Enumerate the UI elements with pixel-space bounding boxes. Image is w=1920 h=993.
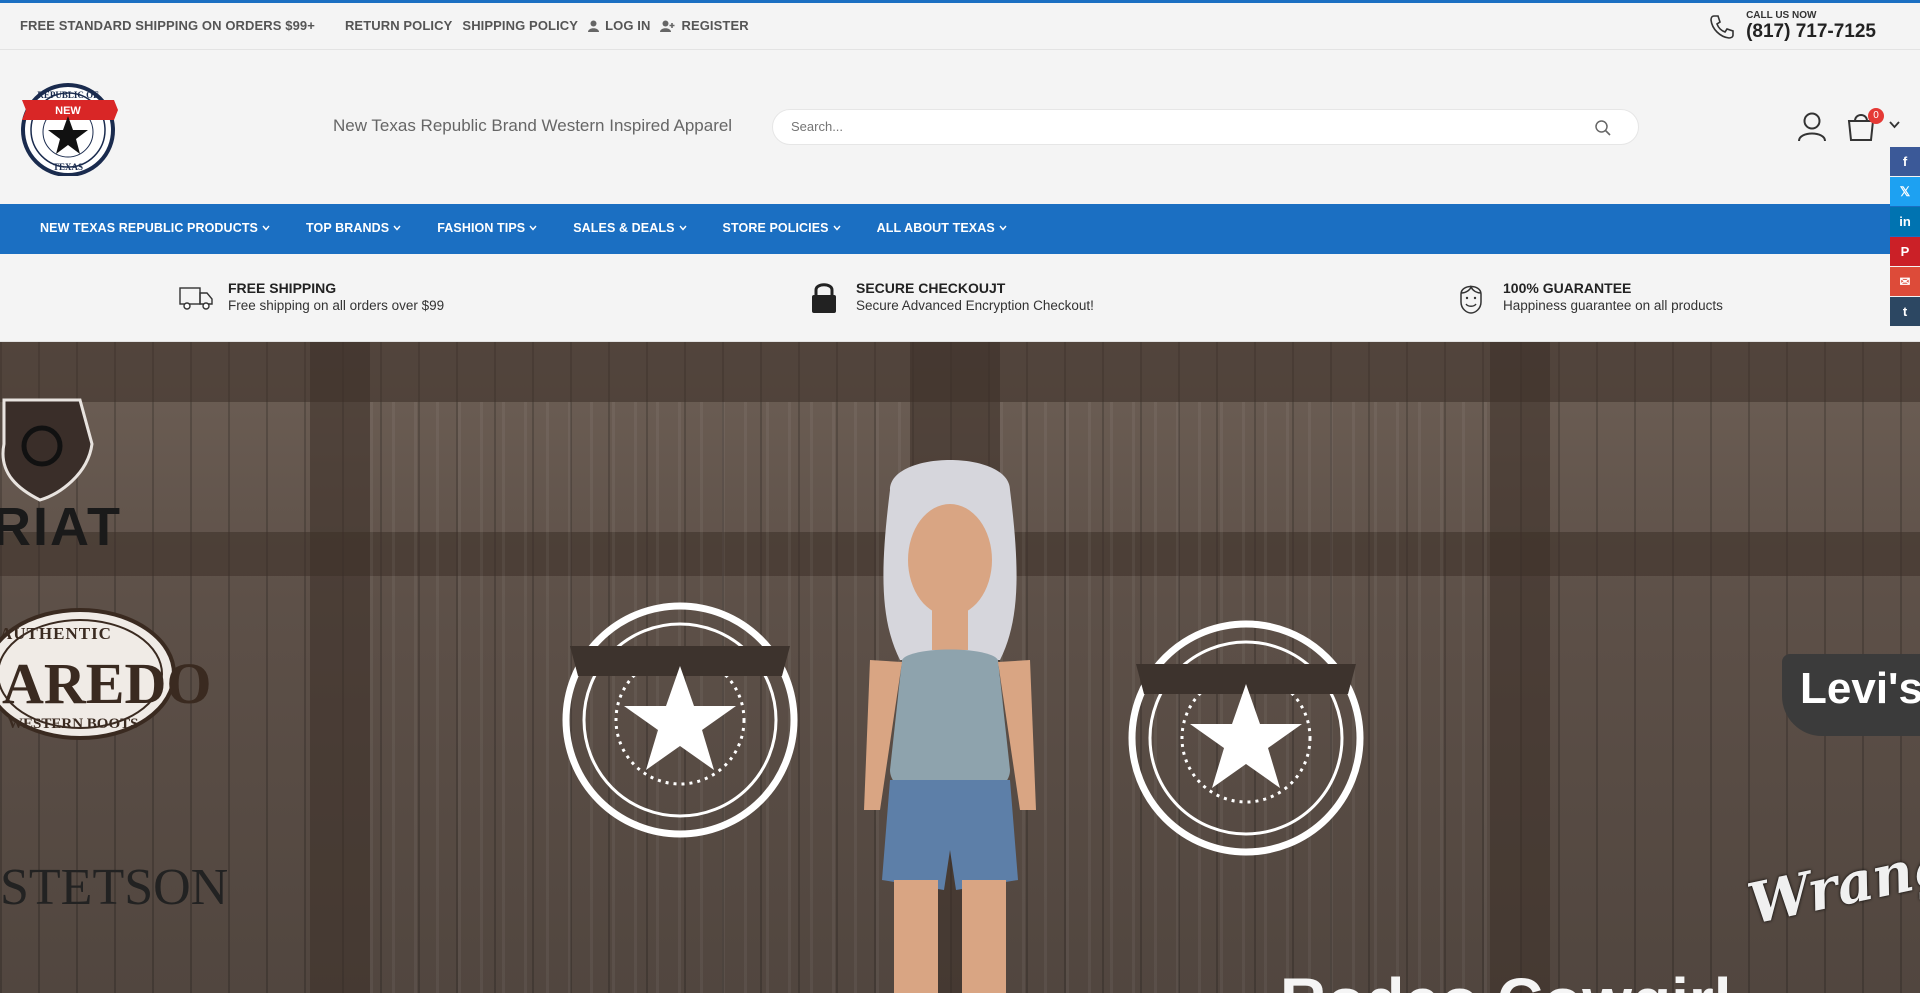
feature-bar: FREE SHIPPING Free shipping on all order… [0,254,1920,342]
shipping-policy-link[interactable]: SHIPPING POLICY [462,18,578,33]
ariat-logo [1,398,94,502]
search-icon[interactable] [1594,119,1612,137]
user-plus-icon [660,20,675,32]
free-shipping-notice: FREE STANDARD SHIPPING ON ORDERS $99+ [20,18,315,33]
nav-item-products[interactable]: NEW TEXAS REPUBLIC PRODUCTS [40,221,270,235]
levis-logo: Levi's [1782,654,1920,736]
feature-free-shipping: FREE SHIPPING Free shipping on all order… [178,280,444,315]
chevron-down-icon[interactable] [1889,121,1900,129]
nav-label: ALL ABOUT TEXAS [876,221,995,235]
chevron-down-icon [679,225,687,231]
feature-desc: Secure Advanced Encryption Checkout! [856,298,1094,313]
account-icon[interactable] [1797,111,1827,143]
nav-label: NEW TEXAS REPUBLIC PRODUCTS [40,221,258,235]
nav-label: TOP BRANDS [306,221,390,235]
chevron-down-icon [262,225,270,231]
email-icon[interactable]: ✉ [1890,267,1920,296]
chevron-down-icon [529,225,537,231]
top-links: FREE STANDARD SHIPPING ON ORDERS $99+ RE… [20,18,749,33]
chevron-down-icon [999,225,1007,231]
phone-number[interactable]: (817) 717-7125 [1746,21,1876,43]
wrangler-logo: Wrangler [1742,812,1920,938]
facebook-icon[interactable]: f [1890,147,1920,176]
nav-label: SALES & DEALS [573,221,675,235]
call-label: CALL US NOW [1746,10,1817,21]
feature-title: FREE SHIPPING [228,280,337,296]
nav-item-all-about-texas[interactable]: ALL ABOUT TEXAS [877,221,1007,235]
model-photo [864,460,1036,993]
ariat-text: RIAT [0,497,122,557]
top-bar: FREE STANDARD SHIPPING ON ORDERS $99+ RE… [0,0,1920,50]
tumblr-icon[interactable]: t [1890,297,1920,326]
site-tagline: New Texas Republic Brand Western Inspire… [333,116,733,135]
user-icon [588,20,600,32]
nav-item-sales-deals[interactable]: SALES & DEALS [573,221,687,235]
register-label: REGISTER [681,18,749,33]
wood-post [310,342,370,993]
cart-count-badge: 0 [1868,108,1884,124]
nav-label: FASHION TIPS [437,221,526,235]
nav-item-store-policies[interactable]: STORE POLICIES [723,221,841,235]
x-twitter-icon[interactable]: 𝕏 [1890,177,1920,206]
call-us[interactable]: CALL US NOW (817) 717-7125 [1708,10,1876,43]
search-input[interactable] [791,119,1571,134]
linkedin-icon[interactable]: in [1890,207,1920,236]
laredo-boots-text: WESTERN BOOTS [8,716,139,732]
stetson-text: STETSON [0,859,229,916]
republic-badge-right [1128,620,1364,856]
chevron-down-icon [833,225,841,231]
main-nav: NEW TEXAS REPUBLIC PRODUCTS TOP BRANDS F… [0,204,1920,254]
smiley-face-icon [1460,285,1482,314]
logo-top-text: REPUBLIC OF [37,90,99,100]
login-label: LOG IN [605,18,651,33]
login-link[interactable]: LOG IN [588,18,650,33]
pinterest-icon[interactable]: P [1890,237,1920,266]
nav-item-top-brands[interactable]: TOP BRANDS [306,221,401,235]
wood-post [1490,342,1550,993]
chevron-down-icon [393,225,401,231]
search-box[interactable] [772,109,1639,145]
site-header: NEW REPUBLIC OF TEXAS New Texas Republic… [0,50,1920,204]
nav-label: STORE POLICIES [722,221,829,235]
feature-guarantee: 100% GUARANTEE Happiness guarantee on al… [1453,280,1723,315]
hero-banner[interactable]: RIAT AUTHENTIC AREDO WESTERN BOOTS STETS… [0,342,1920,993]
logo-new-text: NEW [55,105,81,117]
social-share-bar: f 𝕏 in P ✉ t [1890,147,1920,327]
laredo-text: AREDO [2,651,212,716]
nav-item-fashion-tips[interactable]: FASHION TIPS [437,221,537,235]
feature-desc: Happiness guarantee on all products [1503,298,1723,313]
logo-bottom-text: TEXAS [53,162,83,172]
phone-icon [1710,14,1734,39]
laredo-authentic-text: AUTHENTIC [0,624,112,643]
register-link[interactable]: REGISTER [660,18,749,33]
feature-title: SECURE CHECKOUJT [856,280,1006,296]
feature-secure-checkout: SECURE CHECKOUJT Secure Advanced Encrypt… [806,280,1094,315]
feature-desc: Free shipping on all orders over $99 [228,298,445,313]
lock-icon [812,283,836,313]
return-policy-link[interactable]: RETURN POLICY [345,18,452,33]
republic-badge-left [562,602,798,838]
truck-icon [179,287,213,310]
hero-title: Rodeo Cowgirl [1280,964,1732,993]
site-logo[interactable]: NEW REPUBLIC OF TEXAS [20,80,120,176]
feature-title: 100% GUARANTEE [1503,280,1632,296]
